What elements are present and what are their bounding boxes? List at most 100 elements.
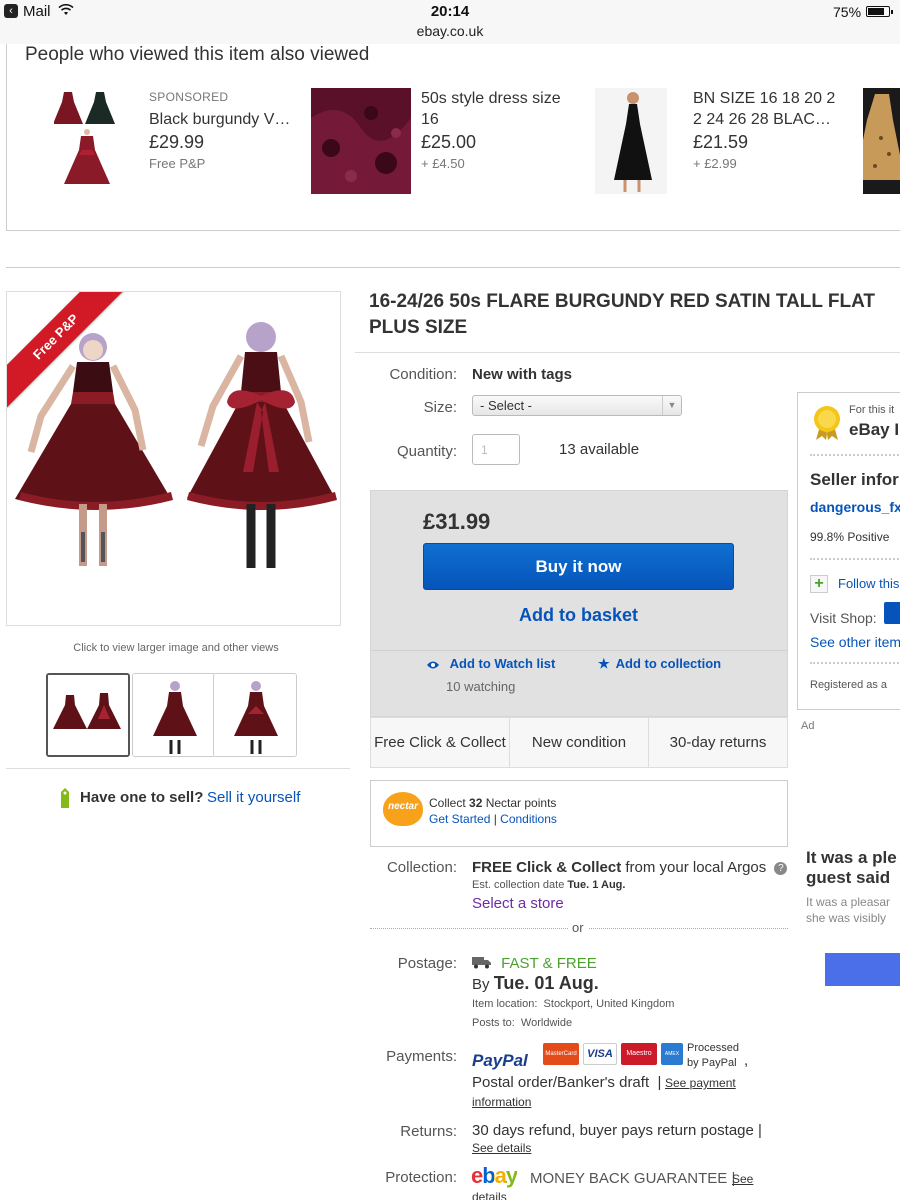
quantity-input[interactable]: 1 (472, 434, 520, 465)
returns-see-details-link[interactable]: See details (472, 1141, 531, 1155)
section-divider (6, 267, 900, 268)
star-icon: ★ (598, 656, 610, 671)
thumbnail-2[interactable] (132, 673, 216, 757)
help-icon[interactable]: ? (774, 862, 788, 875)
postage-label: Postage: (397, 955, 457, 972)
sponsored-label: SPONSORED (149, 90, 229, 104)
see-payment-info-link[interactable]: See payment (665, 1076, 736, 1090)
see-other-items-link[interactable]: See other item (810, 634, 900, 650)
item-title[interactable]: Black burgundy V… (149, 109, 297, 130)
buy-it-now-button[interactable]: Buy it now (423, 543, 734, 590)
also-viewed-item-3-image[interactable] (595, 88, 667, 194)
seller-info-heading: Seller infor (810, 470, 899, 489)
item-price: £29.99 (149, 132, 205, 152)
item-title[interactable]: BN SIZE 16 18 20 2 2 24 26 28 BLAC… (693, 88, 838, 130)
also-viewed-item-3[interactable]: BN SIZE 16 18 20 2 2 24 26 28 BLAC… £21.… (693, 88, 838, 171)
add-to-basket-button[interactable]: Add to basket (423, 605, 734, 626)
image-hint: Click to view larger image and other vie… (73, 642, 279, 654)
dotted-divider (810, 454, 900, 456)
available-count: 13 available (559, 441, 640, 458)
price: £31.99 (423, 509, 491, 534)
sell-question: Have one to sell? (80, 789, 204, 806)
ad-label: Ad (801, 720, 815, 732)
size-select[interactable]: - Select - ▼ (472, 395, 682, 416)
shop-icon[interactable] (884, 602, 900, 624)
sell-it-yourself-link[interactable]: Sell it yourself (207, 789, 300, 806)
quantity-label: Quantity: (396, 443, 457, 460)
collection-label: Collection: (386, 859, 457, 876)
clock: 20:14 (430, 3, 470, 20)
ad-button[interactable] (825, 953, 900, 986)
protection-see-link[interactable]: See (732, 1172, 753, 1186)
follow-seller-link[interactable]: Follow this (838, 576, 899, 591)
title-divider (355, 352, 900, 353)
thumbnail-1[interactable] (46, 673, 130, 757)
postal-order: Postal order/Banker's draft | (472, 1074, 662, 1091)
condition-value: New with tags (472, 366, 573, 383)
item-price: £25.00 (421, 132, 477, 152)
conditions-link[interactable]: Conditions (500, 812, 557, 826)
item-postage: + £2.99 (693, 156, 737, 171)
item-price: £21.59 (693, 132, 749, 152)
battery-percent: 75% (833, 4, 862, 20)
maestro-icon: Maestro (621, 1043, 657, 1065)
watching-count: 10 watching (446, 679, 516, 694)
size-label: Size: (423, 399, 457, 416)
item-location: Item location: Stockport, United Kingdom (472, 998, 675, 1010)
dotted-divider (810, 558, 900, 560)
item-title[interactable]: 50s style dress size 16 (421, 88, 569, 130)
also-viewed-item-4-image[interactable] (863, 88, 900, 194)
also-viewed-title: People who viewed this item also viewed (25, 44, 370, 65)
item-postage: Free P&P (149, 156, 206, 171)
visa-icon: VISA (583, 1043, 617, 1065)
payments-comma: , (744, 1052, 749, 1069)
product-title: 16-24/26 50s FLARE BURGUNDY RED SATIN TA… (369, 291, 876, 338)
nectar-box: nectar Collect 32 Nectar points Get Star… (370, 780, 788, 847)
seller-name-link[interactable]: dangerous_fx (810, 499, 900, 515)
returns-policy: 30 days refund, buyer pays return postag… (472, 1122, 762, 1139)
dotted-divider (810, 662, 900, 664)
ad-body: It was a pleasar she was visibly (806, 895, 891, 925)
ad-heading[interactable]: It was a ple guest said (806, 848, 897, 888)
visit-shop-label: Visit Shop: (810, 610, 877, 626)
tag-icon (58, 788, 72, 815)
also-viewed-item-2-image[interactable] (311, 88, 411, 194)
buy-box-divider (371, 650, 787, 651)
payments-label: Payments: (386, 1048, 457, 1065)
address-bar[interactable]: ebay.co.uk (0, 23, 900, 39)
amex-icon: AMEX (661, 1043, 683, 1065)
money-back-guarantee: MONEY BACK GUARANTEE | (530, 1170, 736, 1187)
also-viewed-item-1[interactable]: SPONSORED Black burgundy V… £29.99 Free … (149, 90, 297, 171)
also-viewed-item-1-image[interactable] (54, 88, 120, 194)
add-to-collection-link[interactable]: ★ Add to collection (598, 656, 721, 672)
select-store-link[interactable]: Select a store (472, 895, 564, 912)
add-to-watch-list-link[interactable]: Add to Watch list (426, 656, 555, 671)
feature-new-condition: New condition (509, 717, 649, 768)
nectar-links: Get Started | Conditions (429, 812, 557, 826)
protection-label: Protection: (385, 1169, 457, 1186)
ebay-logo: ebay (471, 1163, 518, 1188)
nectar-collect-text: Collect 32 Nectar points (429, 796, 557, 810)
see-payment-info-link-2[interactable]: information (472, 1095, 531, 1109)
nectar-logo: nectar (383, 792, 423, 826)
battery-icon (866, 6, 893, 17)
paypal-logo: PayPal (472, 1051, 528, 1070)
plus-icon[interactable]: + (810, 575, 828, 593)
collection-value: FREE Click & Collect from your local Arg… (472, 859, 788, 876)
feature-returns: 30-day returns (648, 717, 788, 768)
for-this-item: For this it (849, 404, 895, 416)
or-label: or (568, 920, 588, 935)
top-rated-badge-icon (810, 404, 844, 445)
est-collection-date: Est. collection date Tue. 1 Aug. (472, 879, 626, 891)
thumbnail-3[interactable] (213, 673, 297, 757)
chevron-down-icon: ▼ (662, 396, 681, 415)
get-started-link[interactable]: Get Started (429, 812, 490, 826)
condition-label: Condition: (389, 366, 457, 383)
gallery-divider (6, 768, 350, 769)
also-viewed-item-2[interactable]: 50s style dress size 16 £25.00 + £4.50 (421, 88, 569, 171)
protection-details-link[interactable]: details (472, 1190, 507, 1200)
item-postage: + £4.50 (421, 156, 465, 171)
main-product-image[interactable]: Free P&P (6, 291, 341, 626)
processed-by-paypal: Processed by PayPal (687, 1042, 739, 1069)
seller-feedback: 99.8% Positive (810, 530, 890, 544)
